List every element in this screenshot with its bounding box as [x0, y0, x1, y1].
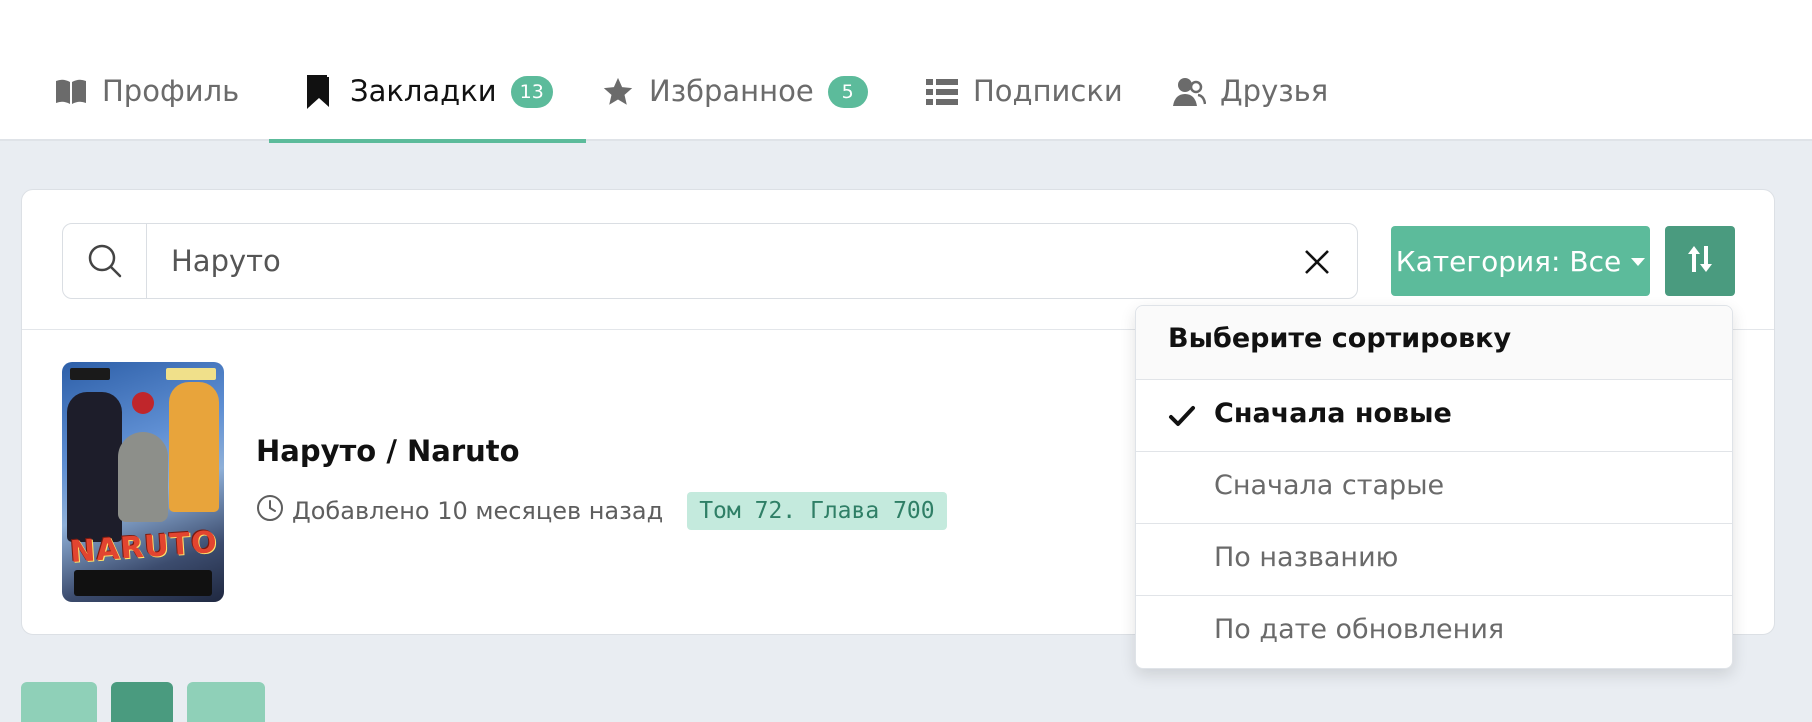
close-icon[interactable] — [1299, 244, 1335, 280]
caret-down-icon — [1631, 258, 1646, 266]
manga-cover-image[interactable]: NARUTO — [62, 362, 224, 602]
tab-label: Профиль — [102, 74, 240, 108]
check-icon — [1168, 402, 1196, 430]
search-box — [62, 223, 1358, 299]
clock-icon — [256, 494, 284, 528]
sort-arrows-icon — [1687, 244, 1713, 278]
bookmark-meta: Добавлено 10 месяцев назад Том 72. Глава… — [256, 492, 947, 530]
sort-option-label: Сначала новые — [1214, 398, 1452, 429]
list-icon — [925, 75, 959, 109]
tab-label: Закладки — [350, 74, 497, 108]
tab-profile[interactable]: Профиль — [54, 60, 239, 141]
pagination-button-next[interactable] — [187, 682, 265, 722]
search-input[interactable] — [171, 238, 1261, 284]
bookmarks-count-badge: 13 — [510, 76, 553, 108]
tab-bookmarks[interactable]: Закладки 13 — [269, 60, 586, 143]
pagination-button-current[interactable] — [111, 682, 173, 722]
sort-dropdown-menu: Выберите сортировку Сначала новые Сначал… — [1135, 305, 1733, 669]
added-date-text: Добавлено 10 месяцев назад — [292, 497, 664, 525]
tab-subscriptions[interactable]: Подписки — [925, 60, 1123, 141]
users-icon — [1172, 75, 1206, 109]
sort-option-by-name[interactable]: По названию — [1136, 524, 1732, 596]
profile-tab-bar: Профиль Закладки 13 Избранное 5 Подписки… — [0, 0, 1812, 143]
sort-menu-header: Выберите сортировку — [1136, 306, 1732, 380]
sort-option-label: По дате обновления — [1214, 614, 1505, 645]
sort-option-oldest[interactable]: Сначала старые — [1136, 452, 1732, 524]
tab-label: Друзья — [1220, 74, 1329, 108]
tab-label: Избранное — [649, 74, 814, 108]
category-filter-label: Категория: Все — [1395, 244, 1622, 278]
favorites-count-badge: 5 — [827, 76, 868, 108]
sort-option-label: По названию — [1214, 542, 1399, 573]
bookmark-icon — [302, 75, 336, 109]
sort-option-newest[interactable]: Сначала новые — [1136, 380, 1732, 452]
chapter-chip[interactable]: Том 72. Глава 700 — [687, 492, 947, 530]
tab-friends[interactable]: Друзья — [1172, 60, 1328, 141]
tab-favorites[interactable]: Избранное 5 — [601, 60, 868, 141]
book-open-icon — [54, 75, 88, 109]
manga-title-link[interactable]: Наруто / Naruto — [256, 434, 520, 468]
category-filter-button[interactable]: Категория: Все — [1391, 226, 1650, 296]
bookmark-item: NARUTO Наруто / Naruto Добавлено 10 меся… — [62, 362, 1162, 602]
tab-label: Подписки — [973, 74, 1123, 108]
star-icon — [601, 75, 635, 109]
sort-button[interactable] — [1665, 226, 1735, 296]
sort-option-by-update-date[interactable]: По дате обновления — [1136, 596, 1732, 668]
pagination-button-prev[interactable] — [21, 682, 97, 722]
search-icon — [63, 224, 147, 298]
sort-option-label: Сначала старые — [1214, 470, 1445, 501]
